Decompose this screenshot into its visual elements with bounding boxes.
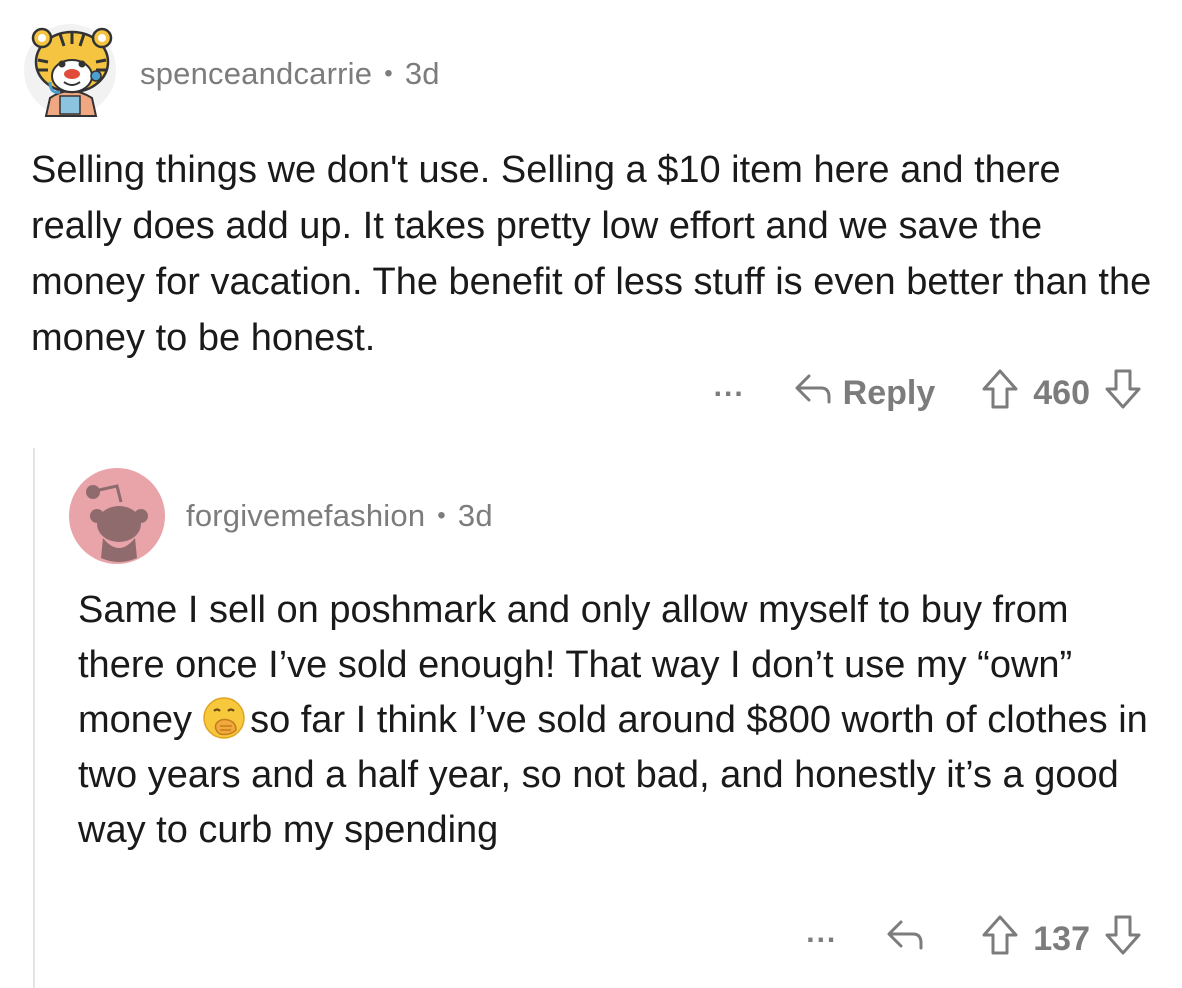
reply-comment: forgivemefashion • 3d Same I sell on pos… [0, 440, 1182, 988]
comment: spenceandcarrie • 3d Selling things we d… [0, 0, 1182, 440]
comment-age[interactable]: 3d [458, 498, 493, 534]
more-options-button[interactable]: ... [714, 370, 745, 404]
user-avatar[interactable] [20, 18, 120, 118]
tiger-snoo-avatar-icon [24, 24, 116, 117]
comment-meta: spenceandcarrie • 3d [140, 52, 440, 96]
reply-arrow-icon [885, 917, 935, 962]
username[interactable]: forgivemefashion [186, 498, 425, 534]
face-with-hand-over-mouth-emoji-icon [202, 696, 246, 740]
downvote-arrow-icon[interactable] [1104, 914, 1142, 965]
comment-age[interactable]: 3d [405, 56, 440, 92]
vote-count: 460 [1033, 373, 1090, 412]
upvote-arrow-icon[interactable] [981, 368, 1019, 419]
comment-actions: ... Reply 460 [714, 368, 1142, 418]
reply-button[interactable]: Reply [793, 371, 936, 416]
meta-separator: • [384, 60, 393, 87]
comment-actions: ... 137 [806, 914, 1142, 964]
comment-meta: forgivemefashion • 3d [186, 494, 493, 538]
user-avatar[interactable] [69, 468, 165, 564]
default-snoo-avatar-icon [69, 468, 165, 564]
downvote-arrow-icon[interactable] [1104, 368, 1142, 419]
reply-button[interactable] [885, 917, 935, 962]
more-options-button[interactable]: ... [806, 916, 837, 950]
comment-body: Selling things we don't use. Selling a $… [31, 149, 1152, 359]
comment-body: Same I sell on poshmark and only allow m… [78, 583, 1163, 858]
username[interactable]: spenceandcarrie [140, 56, 372, 92]
vote-controls: 460 [981, 368, 1142, 419]
reply-arrow-icon [793, 371, 843, 416]
reply-label: Reply [842, 373, 936, 412]
vote-controls: 137 [981, 914, 1142, 965]
meta-separator: • [437, 502, 446, 529]
upvote-arrow-icon[interactable] [981, 914, 1019, 965]
vote-count: 137 [1033, 919, 1090, 958]
